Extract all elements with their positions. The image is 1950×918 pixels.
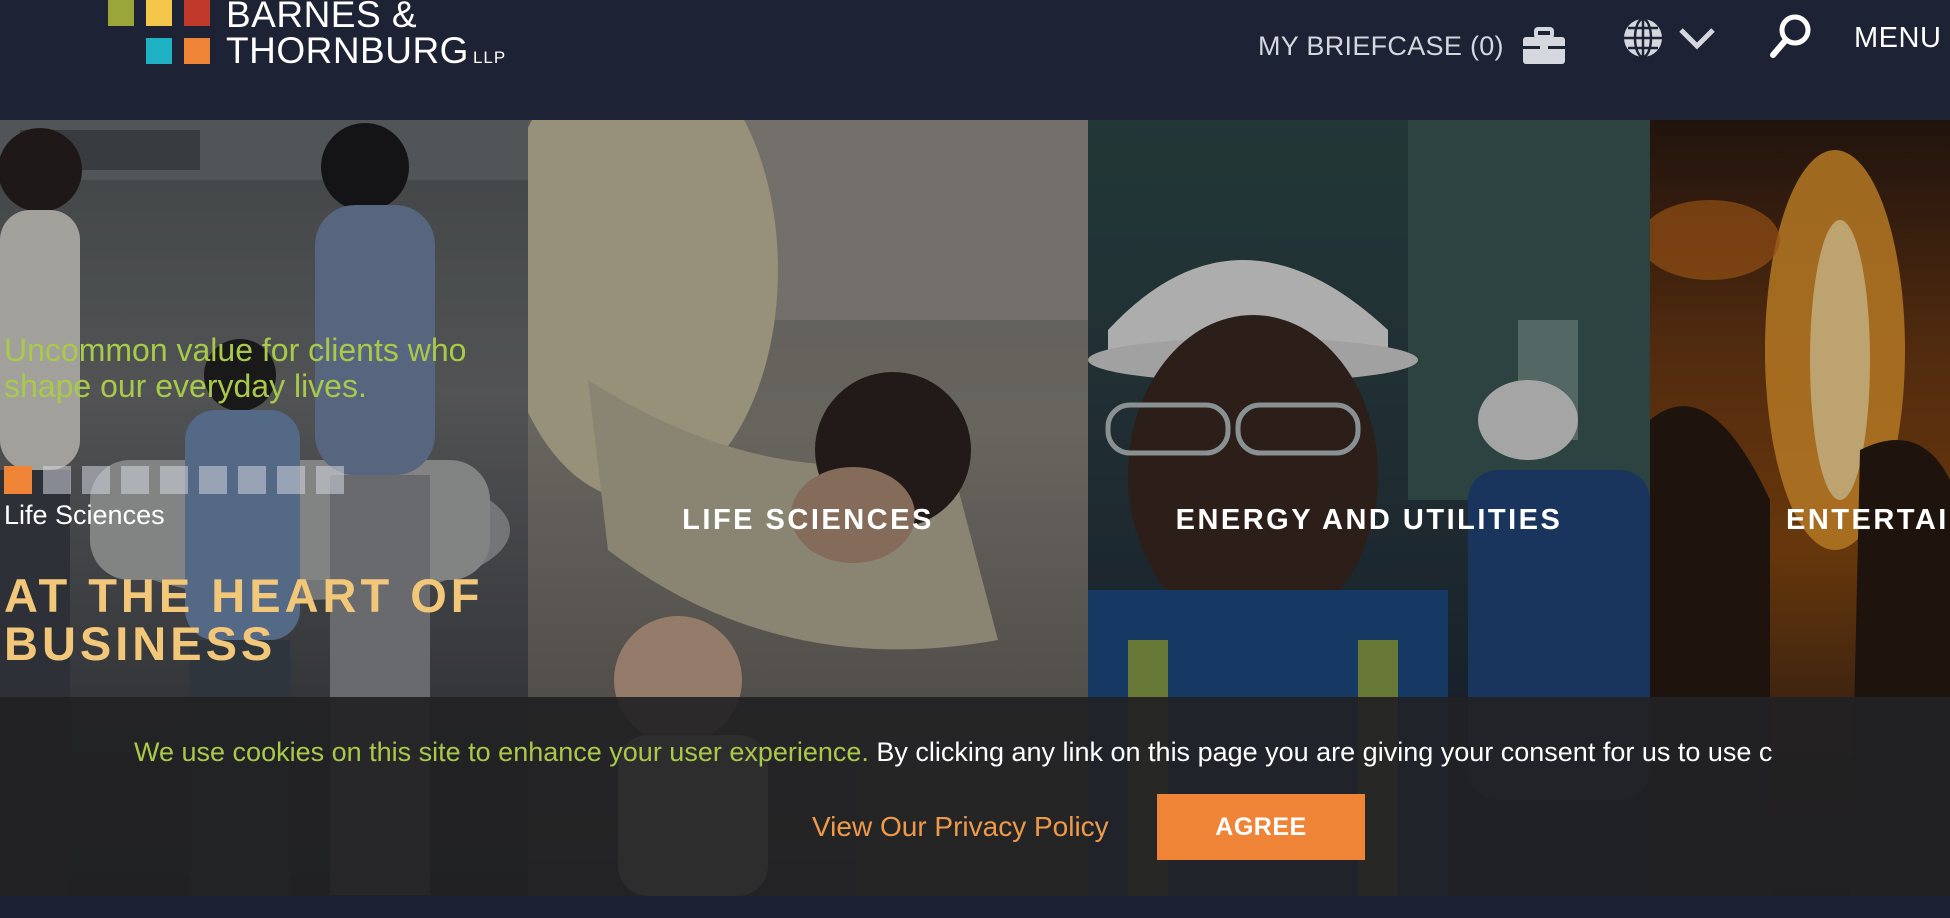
hero-tagline: Uncommon value for clients who shape our… — [4, 332, 467, 404]
briefcase-link[interactable]: MY BRIEFCASE (0) — [1258, 22, 1566, 70]
slide-dot-5[interactable] — [160, 466, 188, 494]
logo-name-line2: THORNBURG LLP — [226, 32, 506, 69]
search-icon — [1769, 13, 1813, 64]
slide-dot-9[interactable] — [316, 466, 344, 494]
search-button[interactable] — [1768, 14, 1814, 62]
logo-name-line1: BARNES & — [226, 0, 418, 35]
cookie-banner: We use cookies on this site to enhance y… — [0, 697, 1950, 896]
logo-name-main: THORNBURG — [226, 30, 469, 71]
cookie-message: We use cookies on this site to enhance y… — [134, 737, 1772, 768]
slide-dot-4[interactable] — [121, 466, 149, 494]
language-selector[interactable] — [1622, 16, 1716, 64]
agree-button[interactable]: AGREE — [1157, 794, 1365, 860]
slide-dot-2[interactable] — [43, 466, 71, 494]
logo-square — [146, 38, 172, 64]
logo-square — [184, 0, 210, 26]
panel-title-entertainment: ENTERTAI — [1786, 504, 1949, 536]
privacy-policy-link[interactable]: View Our Privacy Policy — [812, 811, 1109, 843]
slide-dots — [4, 466, 344, 494]
hero-headline: AT THE HEART OF BUSINESS — [4, 569, 484, 670]
briefcase-label: MY BRIEFCASE (0) — [1258, 30, 1504, 61]
menu-button[interactable]: MENU — [1854, 22, 1941, 55]
chevron-down-icon — [1678, 26, 1716, 55]
logo-suffix: LLP — [472, 48, 507, 67]
slide-dot-3[interactable] — [82, 466, 110, 494]
panel-title-energy-utilities: ENERGY AND UTILITIES — [1175, 504, 1563, 536]
globe-icon — [1622, 17, 1664, 64]
cookie-highlight: We use cookies on this site to enhance y… — [134, 737, 869, 767]
logo-square — [108, 0, 134, 26]
firm-logo[interactable]: BARNES & THORNBURG LLP — [108, 0, 528, 72]
logo-square — [184, 38, 210, 64]
slide-dot-6[interactable] — [199, 466, 227, 494]
slide-dot-1[interactable] — [4, 466, 32, 494]
slide-label: Life Sciences — [4, 500, 165, 530]
briefcase-icon — [1522, 27, 1566, 65]
cookie-consent-text: By clicking any link on this page you ar… — [868, 737, 1773, 767]
page: BARNES & THORNBURGLLP MY BRIEFCASE (0) — [0, 0, 1950, 918]
logo-square — [146, 0, 172, 26]
slide-dot-8[interactable] — [277, 466, 305, 494]
site-header: BARNES & THORNBURGLLP MY BRIEFCASE (0) — [0, 0, 1950, 120]
panel-title-life-sciences: LIFE SCIENCES — [682, 504, 934, 536]
slide-dot-7[interactable] — [238, 466, 266, 494]
footer-strip — [0, 896, 1950, 918]
